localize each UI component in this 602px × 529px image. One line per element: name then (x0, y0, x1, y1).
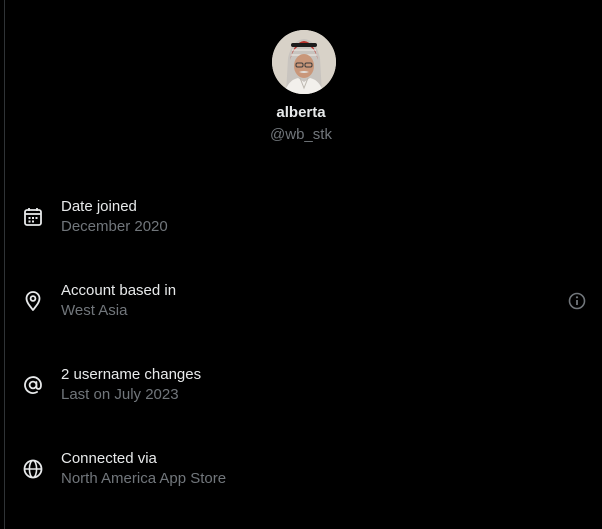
detail-title: Connected via (61, 450, 157, 467)
detail-value: North America App Store (61, 470, 227, 487)
globe-icon (22, 458, 44, 480)
detail-row-username-changes: 2 username changes Last on July 2023 (0, 366, 602, 426)
detail-title: Date joined (61, 198, 137, 215)
detail-value: December 2020 (61, 218, 168, 235)
location-pin-icon (22, 290, 44, 312)
detail-title: Account based in (61, 282, 177, 299)
info-icon[interactable] (567, 291, 587, 311)
detail-row-date-joined: Date joined December 2020 (0, 198, 602, 258)
detail-value: Last on July 2023 (61, 386, 179, 403)
detail-row-account-based-in: Account based in West Asia (0, 282, 602, 342)
username-handle: @wb_stk (270, 126, 332, 143)
avatar-image (272, 30, 336, 94)
calendar-icon (22, 206, 44, 228)
display-name: alberta (276, 104, 326, 121)
detail-value: West Asia (61, 302, 128, 319)
detail-row-connected-via: Connected via North America App Store (0, 450, 602, 510)
avatar[interactable] (272, 30, 336, 94)
at-sign-icon (22, 374, 44, 396)
detail-title: 2 username changes (61, 366, 202, 383)
account-info-panel: alberta @wb_stk Date joined December 202… (0, 0, 602, 529)
